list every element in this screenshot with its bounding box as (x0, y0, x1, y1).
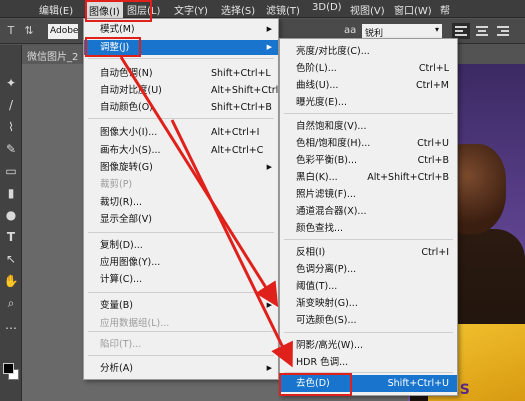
annotation-arrows (119, 56, 293, 368)
arrow-to-desaturate (170, 119, 293, 368)
arrow-to-submenu (119, 56, 279, 308)
